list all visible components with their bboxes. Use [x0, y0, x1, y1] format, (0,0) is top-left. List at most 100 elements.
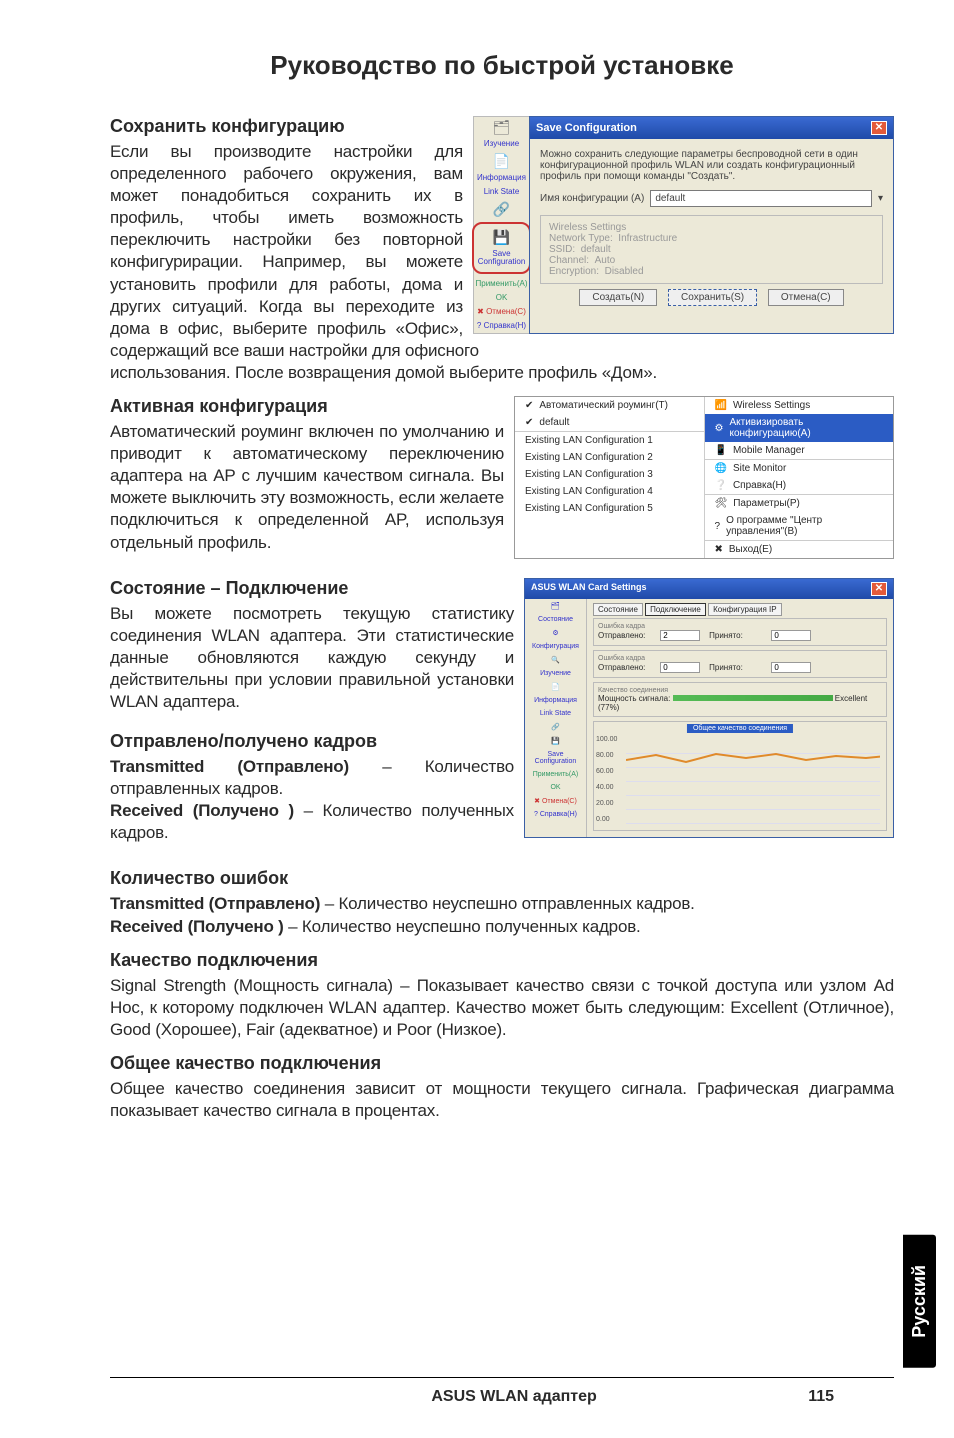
frames-rx-bold: Received (Получено ): [110, 801, 294, 820]
create-button[interactable]: Создать(N): [579, 289, 657, 306]
config-name-label: Имя конфигурации (A): [540, 193, 644, 204]
save-config-dialog: Save Configuration ✕ Можно сохранить сле…: [529, 116, 894, 334]
context-menu-screenshot: ✔ Автоматический роуминг(T) ✔ default Ex…: [514, 396, 894, 559]
auto-roaming-toggle[interactable]: ✔ Автоматический роуминг(T): [515, 397, 704, 414]
save-icon: 💾: [476, 227, 528, 247]
quality-heading: Качество подключения: [110, 950, 894, 971]
page-number: 115: [808, 1388, 834, 1406]
y-100: 100.00: [596, 736, 617, 743]
errors-tx: Transmitted (Отправлено) – Количество не…: [110, 893, 894, 915]
side-saveconfig: Save Configuration: [476, 247, 528, 269]
errors-rx: Received (Получено ) – Количество неуспе…: [110, 916, 894, 938]
errors-tx-text: – Количество неуспешно отправленных кадр…: [320, 894, 695, 913]
y-20: 20.00: [596, 800, 614, 807]
cancel-button[interactable]: Отмена(C): [768, 289, 844, 306]
conn-q-title: Качество соединения: [598, 687, 882, 694]
graph-title: Общее качество соединения: [687, 724, 793, 733]
graph-line-svg: [626, 740, 880, 824]
ls-side-config: Конфигурация: [531, 640, 580, 653]
network-type-label: Network Type:: [549, 233, 613, 244]
ls-side-save: Save Configuration: [525, 748, 586, 768]
frame-err-title: Ошибка кадра: [598, 623, 882, 630]
tab-row: Состояние Подключение Конфигурация IP: [593, 605, 887, 614]
side-study: Изучение: [482, 137, 521, 151]
save-config-screenshot: 🗂 Изучение 📄 Информация Link State 🔗 💾 S…: [473, 116, 894, 334]
sent-value: [660, 630, 700, 641]
sent-value-2: [660, 662, 700, 673]
side-info: Информация: [475, 171, 528, 185]
profile-default[interactable]: ✔ default: [515, 414, 704, 431]
tab-ipconfig[interactable]: Конфигурация IP: [708, 603, 781, 616]
quality-graph: Общее качество соединения 100.00 80.00 6…: [593, 721, 887, 831]
errors-rx-bold: Received (Получено ): [110, 917, 284, 936]
frame-error-1: Ошибка кадра Отправлено: Принято:: [593, 618, 887, 646]
y-80: 80.00: [596, 752, 614, 759]
close-icon[interactable]: ✕: [871, 582, 887, 596]
signal-label: Мощность сигнала:: [598, 694, 670, 703]
footer: ASUS WLAN адаптер 115: [110, 1377, 894, 1406]
mobile-manager-item[interactable]: 📱 Mobile Manager: [705, 442, 894, 459]
graph-area: [626, 740, 880, 824]
errors-heading: Количество ошибок: [110, 868, 894, 889]
params-item[interactable]: 🛠 Параметры(P): [705, 495, 894, 512]
encryption-value: Disabled: [605, 266, 644, 277]
config-name-input[interactable]: default: [650, 190, 872, 207]
side-linkstate: Link State: [482, 185, 522, 199]
ls-side-info: Информация: [533, 694, 578, 707]
errors-rx-text: – Количество неуспешно полученных кадров…: [284, 917, 641, 936]
ls-side-study: Изучение: [539, 667, 572, 680]
profile-item[interactable]: Existing LAN Configuration 3: [515, 466, 704, 483]
page-title: Руководство по быстрой установке: [110, 50, 894, 81]
ssid-value: default: [581, 244, 611, 255]
save-button[interactable]: Сохранить(S): [668, 289, 757, 306]
site-monitor-item[interactable]: 🌐 Site Monitor: [705, 460, 894, 477]
frames-tx-bold: Transmitted (Отправлено): [110, 757, 349, 776]
ls-side-cancel: Отмена(C): [542, 798, 577, 805]
channel-value: Auto: [595, 255, 616, 266]
activate-config-item[interactable]: ⚙ Активизировать конфигурацию(A): [705, 414, 894, 442]
side-palette: 🗂 Изучение 📄 Информация Link State 🔗 💾 S…: [473, 116, 529, 334]
conn-quality-box: Качество соединения Мощность сигнала: Ex…: [593, 682, 887, 717]
recv-value: [771, 630, 811, 641]
exit-item[interactable]: ✖ Выход(E): [705, 541, 894, 558]
ls-side-ok: OK: [549, 781, 561, 794]
info-icon: 📄: [491, 151, 512, 171]
encryption-label: Encryption:: [549, 266, 599, 277]
side-ok: OK: [494, 291, 510, 305]
wireless-settings-fieldset: Wireless Settings Network Type: Infrastr…: [540, 215, 883, 284]
ls-title: ASUS WLAN Card Settings: [531, 582, 647, 596]
errors-tx-bold: Transmitted (Отправлено): [110, 894, 320, 913]
tab-status[interactable]: Состояние: [593, 603, 643, 616]
sent-label-2: Отправлено:: [598, 663, 658, 672]
side-cancel: ✖ Отмена(C): [475, 305, 528, 319]
profile-item[interactable]: Existing LAN Configuration 1: [515, 432, 704, 449]
overall-heading: Общее качество подключения: [110, 1053, 894, 1074]
channel-label: Channel:: [549, 255, 589, 266]
ls-side-apply: Применить(A): [532, 768, 580, 781]
sent-label: Отправлено:: [598, 631, 658, 640]
wireless-settings-item[interactable]: 📶 Wireless Settings: [705, 397, 894, 414]
dialog-titlebar: Save Configuration ✕: [530, 117, 893, 139]
profile-item[interactable]: Existing LAN Configuration 2: [515, 449, 704, 466]
profile-item[interactable]: Existing LAN Configuration 4: [515, 483, 704, 500]
study-icon: 🗂: [491, 117, 513, 137]
language-tab: Русский: [903, 1235, 936, 1368]
ls-side-status: Состояние: [537, 613, 574, 626]
ls-side-palette: 🗂Состояние ⚙Конфигурация 🔍Изучение 📄Инфо…: [525, 599, 587, 837]
dialog-desc: Можно сохранить следующие параметры бесп…: [540, 149, 883, 182]
ls-side-help: Справка(H): [540, 811, 577, 818]
recv-value-2: [771, 662, 811, 673]
y-40: 40.00: [596, 784, 614, 791]
chevron-down-icon[interactable]: ▾: [878, 193, 883, 204]
profile-item[interactable]: Existing LAN Configuration 5: [515, 500, 704, 517]
fieldset-title: Wireless Settings: [549, 222, 874, 233]
frame-err-title-2: Ошибка кадра: [598, 655, 882, 662]
side-help: ? Справка(H): [475, 319, 528, 333]
close-icon[interactable]: ✕: [871, 121, 887, 135]
help-item[interactable]: ❔ Справка(H): [705, 477, 894, 494]
about-item[interactable]: ? О программе "Центр управления"(B): [705, 512, 894, 540]
recv-label-2: Принято:: [709, 663, 769, 672]
tab-connection[interactable]: Подключение: [645, 603, 706, 616]
network-type-value: Infrastructure: [618, 233, 677, 244]
side-apply: Применить(A): [474, 277, 530, 291]
